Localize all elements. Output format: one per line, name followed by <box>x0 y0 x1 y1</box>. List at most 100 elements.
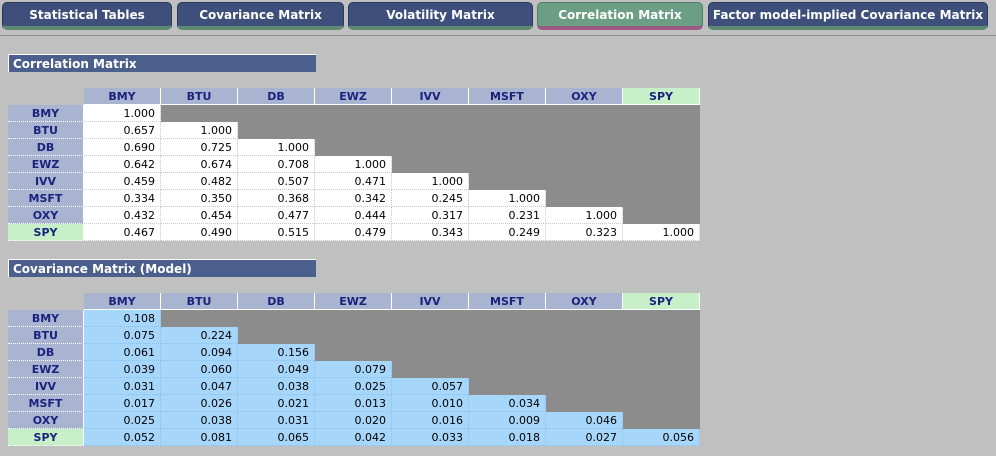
correlation-cell[interactable]: 0.454 <box>161 207 238 224</box>
correlation-cell[interactable] <box>546 105 623 122</box>
covariance-cell[interactable]: 0.017 <box>84 395 161 412</box>
correlation-cell[interactable]: 0.245 <box>392 190 469 207</box>
correlation-cell[interactable]: 0.477 <box>238 207 315 224</box>
covariance-cell[interactable]: 0.013 <box>315 395 392 412</box>
correlation-cell[interactable]: 0.507 <box>238 173 315 190</box>
correlation-cell[interactable]: 0.342 <box>315 190 392 207</box>
correlation-cell[interactable]: 1.000 <box>392 173 469 190</box>
correlation-cell[interactable] <box>315 105 392 122</box>
correlation-cell[interactable]: 1.000 <box>623 224 700 241</box>
correlation-cell[interactable] <box>469 173 546 190</box>
covariance-cell[interactable] <box>392 310 469 327</box>
covariance-cell[interactable] <box>238 310 315 327</box>
correlation-cell[interactable]: 1.000 <box>161 122 238 139</box>
correlation-cell[interactable]: 1.000 <box>84 105 161 122</box>
correlation-cell[interactable]: 0.482 <box>161 173 238 190</box>
correlation-cell[interactable] <box>469 122 546 139</box>
correlation-cell[interactable] <box>238 122 315 139</box>
correlation-cell[interactable] <box>546 139 623 156</box>
covariance-cell[interactable]: 0.016 <box>392 412 469 429</box>
covariance-cell[interactable]: 0.056 <box>623 429 700 446</box>
correlation-cell[interactable]: 0.368 <box>238 190 315 207</box>
covariance-cell[interactable] <box>546 395 623 412</box>
covariance-cell[interactable] <box>469 378 546 395</box>
correlation-cell[interactable]: 0.334 <box>84 190 161 207</box>
covariance-cell[interactable] <box>546 327 623 344</box>
covariance-cell[interactable]: 0.094 <box>161 344 238 361</box>
covariance-cell[interactable]: 0.108 <box>84 310 161 327</box>
correlation-cell[interactable]: 0.690 <box>84 139 161 156</box>
covariance-cell[interactable]: 0.031 <box>238 412 315 429</box>
covariance-cell[interactable]: 0.075 <box>84 327 161 344</box>
correlation-cell[interactable]: 0.479 <box>315 224 392 241</box>
covariance-cell[interactable]: 0.018 <box>469 429 546 446</box>
correlation-cell[interactable]: 0.343 <box>392 224 469 241</box>
covariance-cell[interactable] <box>546 310 623 327</box>
correlation-cell[interactable] <box>238 105 315 122</box>
correlation-cell[interactable]: 0.231 <box>469 207 546 224</box>
covariance-cell[interactable]: 0.156 <box>238 344 315 361</box>
covariance-cell[interactable] <box>469 310 546 327</box>
tab-covariance-matrix[interactable]: Covariance Matrix <box>177 2 344 30</box>
correlation-cell[interactable] <box>623 190 700 207</box>
covariance-cell[interactable] <box>623 395 700 412</box>
correlation-cell[interactable] <box>315 139 392 156</box>
covariance-cell[interactable]: 0.046 <box>546 412 623 429</box>
covariance-cell[interactable] <box>238 327 315 344</box>
tab-statistical-tables[interactable]: Statistical Tables <box>2 2 172 30</box>
correlation-cell[interactable] <box>546 122 623 139</box>
covariance-cell[interactable]: 0.224 <box>161 327 238 344</box>
covariance-cell[interactable] <box>623 327 700 344</box>
covariance-cell[interactable]: 0.038 <box>161 412 238 429</box>
correlation-cell[interactable]: 0.471 <box>315 173 392 190</box>
correlation-cell[interactable]: 0.674 <box>161 156 238 173</box>
correlation-cell[interactable]: 0.642 <box>84 156 161 173</box>
correlation-cell[interactable]: 0.467 <box>84 224 161 241</box>
correlation-cell[interactable] <box>546 173 623 190</box>
covariance-cell[interactable] <box>469 344 546 361</box>
correlation-cell[interactable]: 0.490 <box>161 224 238 241</box>
correlation-cell[interactable]: 0.249 <box>469 224 546 241</box>
correlation-cell[interactable] <box>623 207 700 224</box>
correlation-cell[interactable] <box>546 156 623 173</box>
correlation-cell[interactable] <box>469 105 546 122</box>
correlation-cell[interactable] <box>623 105 700 122</box>
covariance-cell[interactable] <box>623 344 700 361</box>
covariance-cell[interactable] <box>469 361 546 378</box>
covariance-cell[interactable]: 0.042 <box>315 429 392 446</box>
correlation-cell[interactable]: 0.432 <box>84 207 161 224</box>
covariance-cell[interactable]: 0.026 <box>161 395 238 412</box>
covariance-cell[interactable]: 0.060 <box>161 361 238 378</box>
covariance-cell[interactable] <box>623 412 700 429</box>
correlation-cell[interactable]: 0.725 <box>161 139 238 156</box>
covariance-cell[interactable] <box>315 310 392 327</box>
covariance-cell[interactable]: 0.033 <box>392 429 469 446</box>
covariance-cell[interactable]: 0.020 <box>315 412 392 429</box>
covariance-cell[interactable]: 0.025 <box>84 412 161 429</box>
covariance-cell[interactable] <box>392 344 469 361</box>
covariance-cell[interactable]: 0.039 <box>84 361 161 378</box>
covariance-cell[interactable]: 0.065 <box>238 429 315 446</box>
correlation-cell[interactable] <box>623 122 700 139</box>
covariance-cell[interactable] <box>623 310 700 327</box>
covariance-cell[interactable]: 0.009 <box>469 412 546 429</box>
tab-factor-model-covariance-matrix[interactable]: Factor model-implied Covariance Matrix <box>708 2 988 30</box>
correlation-cell[interactable]: 1.000 <box>546 207 623 224</box>
correlation-cell[interactable]: 0.317 <box>392 207 469 224</box>
covariance-cell[interactable]: 0.021 <box>238 395 315 412</box>
covariance-cell[interactable] <box>623 361 700 378</box>
correlation-cell[interactable] <box>392 122 469 139</box>
correlation-cell[interactable] <box>469 156 546 173</box>
correlation-cell[interactable]: 0.657 <box>84 122 161 139</box>
correlation-cell[interactable] <box>392 156 469 173</box>
correlation-cell[interactable] <box>623 173 700 190</box>
correlation-cell[interactable] <box>161 105 238 122</box>
covariance-cell[interactable]: 0.025 <box>315 378 392 395</box>
correlation-cell[interactable] <box>469 139 546 156</box>
covariance-cell[interactable]: 0.047 <box>161 378 238 395</box>
correlation-cell[interactable] <box>546 190 623 207</box>
tab-volatility-matrix[interactable]: Volatility Matrix <box>348 2 533 30</box>
covariance-cell[interactable]: 0.031 <box>84 378 161 395</box>
covariance-cell[interactable]: 0.081 <box>161 429 238 446</box>
covariance-cell[interactable]: 0.027 <box>546 429 623 446</box>
